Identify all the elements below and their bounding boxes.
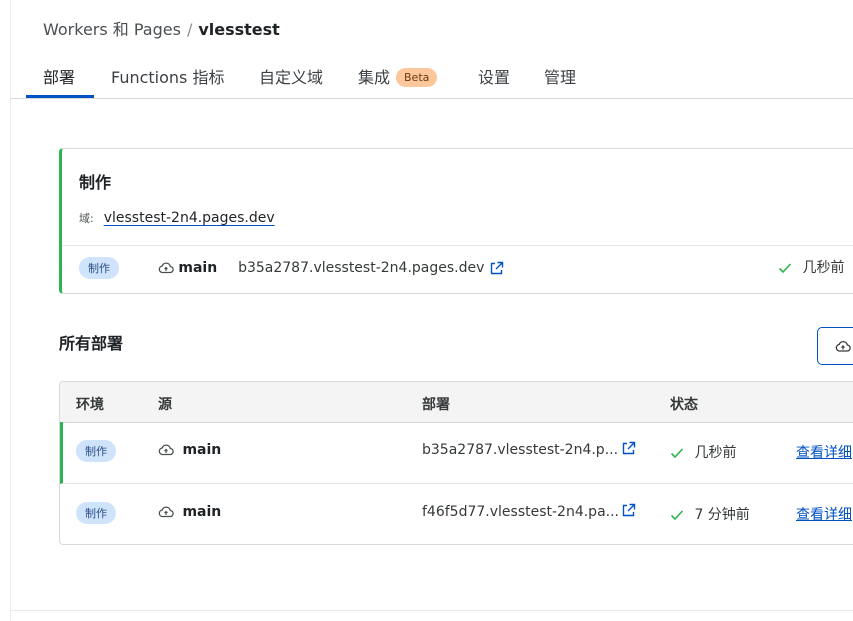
production-deployment-url[interactable]: b35a2787.vlesstest-2n4.pages.dev [238, 260, 484, 276]
all-deployments-title: 所有部署 [59, 334, 124, 353]
external-link-icon[interactable] [621, 503, 636, 522]
production-status: 几秒前 查 [778, 257, 853, 277]
tab-custom-domains[interactable]: 自定义域 [259, 64, 323, 88]
deployment-url[interactable]: f46f5d77.vlesstest-2n4.pa... [422, 504, 619, 520]
tab-bar: 部署 Functions 指标 自定义域 集成 Beta 设置 管理 [11, 50, 853, 99]
column-header-status: 状态 [670, 397, 698, 413]
source-cell: main [158, 504, 221, 520]
breadcrumb-separator: / [186, 20, 193, 39]
beta-badge: Beta [396, 68, 438, 87]
production-domain-link[interactable]: vlesstest-2n4.pages.dev [104, 210, 275, 226]
branch-name: main [182, 504, 222, 520]
status-time: 几秒前 [694, 445, 737, 461]
production-divider [62, 245, 853, 246]
env-badge: 制作 [76, 502, 116, 524]
branch-name: main [182, 442, 222, 458]
breadcrumb-parent[interactable]: Workers 和 Pages [43, 20, 181, 39]
env-badge: 制作 [79, 257, 119, 279]
column-header-deployment: 部署 [422, 397, 450, 413]
status-time: 7 分钟前 [694, 507, 750, 523]
source-cell: main [158, 442, 221, 458]
check-icon [670, 509, 684, 521]
breadcrumb-current: vlesstest [198, 20, 280, 39]
cloud-icon [158, 262, 174, 274]
production-deployment-row: 制作 main b35a2787.vlesstest-2n4.pages.dev… [79, 257, 853, 283]
check-icon [670, 447, 684, 459]
branch-name: main [178, 260, 218, 276]
external-link-icon[interactable] [621, 441, 636, 460]
cloud-upload-icon [835, 341, 851, 352]
upload-button[interactable] [817, 327, 853, 365]
tab-manage[interactable]: 管理 [544, 64, 576, 88]
check-icon [778, 262, 792, 274]
deployments-table: 环境 源 部署 状态 制作 main b35a2787.vlesstest-2n… [59, 381, 853, 545]
production-card: 制作 域: vlesstest-2n4.pages.dev 制作 main b35… [59, 148, 853, 294]
table-row: 制作 main b35a2787.vlesstest-2n4.p... 几秒前 … [60, 422, 853, 484]
production-status-time: 几秒前 [802, 260, 845, 276]
column-header-source: 源 [158, 397, 172, 413]
table-row: 制作 main f46f5d77.vlesstest-2n4.pa... 7 分… [60, 484, 853, 544]
production-title: 制作 [79, 173, 112, 192]
page: Workers 和 Pages / vlesstest 部署 Functions 指… [10, 0, 853, 621]
external-link-icon[interactable] [489, 261, 504, 276]
domain-label: 域: [79, 212, 94, 225]
cloud-icon [158, 444, 174, 456]
status-cell: 7 分钟前 [670, 504, 750, 524]
production-domain-row: 域: vlesstest-2n4.pages.dev [79, 210, 275, 226]
breadcrumb: Workers 和 Pages / vlesstest [43, 16, 280, 40]
active-tab-indicator [26, 95, 94, 98]
tab-functions-metrics[interactable]: Functions 指标 [111, 64, 224, 88]
column-header-env: 环境 [76, 397, 104, 413]
view-details-link[interactable]: 查看详细 [796, 504, 852, 524]
tab-integrations[interactable]: 集成 Beta [358, 64, 438, 88]
deployment-url[interactable]: b35a2787.vlesstest-2n4.p... [422, 442, 618, 458]
table-header: 环境 源 部署 状态 [60, 382, 853, 423]
status-cell: 几秒前 [670, 442, 736, 462]
view-details-link[interactable]: 查看详细 [796, 442, 852, 462]
cloud-icon [158, 506, 174, 518]
tab-deployments[interactable]: 部署 [43, 64, 75, 88]
tab-integrations-label: 集成 [358, 68, 391, 87]
tab-settings[interactable]: 设置 [478, 64, 510, 88]
env-badge: 制作 [76, 440, 116, 462]
bottom-divider [11, 610, 853, 611]
